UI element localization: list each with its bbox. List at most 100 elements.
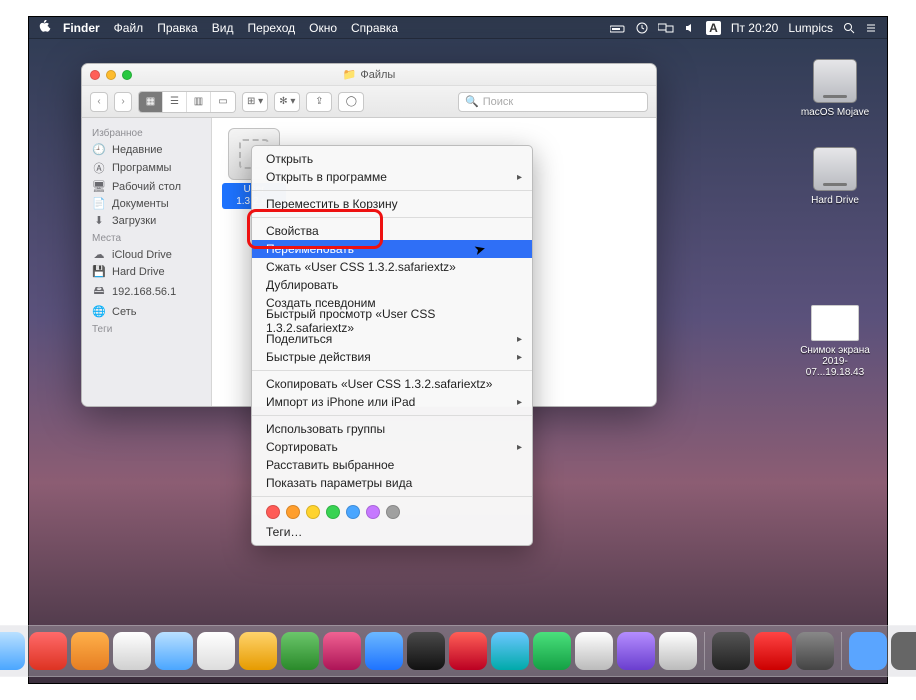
menu-view[interactable]: Вид	[212, 21, 234, 35]
context-menu[interactable]: ОткрытьОткрыть в программе Переместить в …	[251, 145, 533, 546]
column-view-button[interactable]: ▥	[187, 92, 211, 112]
tag-color[interactable]	[266, 505, 280, 519]
menu-edit[interactable]: Правка	[157, 21, 198, 35]
dock-app[interactable]	[71, 632, 109, 670]
dock-app[interactable]	[533, 632, 571, 670]
dock-app[interactable]	[617, 632, 655, 670]
menubar: Finder Файл Правка Вид Переход Окно Спра…	[29, 17, 887, 39]
context-menu-item[interactable]: Показать параметры вида	[252, 474, 532, 492]
sidebar-item[interactable]: 🌐Сеть	[82, 303, 211, 320]
context-menu-item[interactable]: Переместить в Корзину	[252, 195, 532, 213]
context-menu-item-tags[interactable]: Теги…	[252, 523, 532, 541]
dock-app[interactable]	[659, 632, 697, 670]
desktop[interactable]: Finder Файл Правка Вид Переход Окно Спра…	[28, 16, 888, 684]
context-menu-item[interactable]: Поделиться	[252, 330, 532, 348]
dock-app[interactable]	[281, 632, 319, 670]
notification-center-icon[interactable]	[865, 21, 877, 35]
action-button[interactable]: ✻ ▾	[274, 92, 300, 112]
dock-app[interactable]	[754, 632, 792, 670]
view-switcher[interactable]: ▦ ☰ ▥ ▭	[138, 91, 236, 113]
context-menu-item[interactable]: Сжать «User CSS 1.3.2.safariextz»	[252, 258, 532, 276]
gallery-view-button[interactable]: ▭	[211, 92, 235, 112]
desktop-icon-harddrive[interactable]: Hard Drive	[795, 147, 875, 206]
icon-view-button[interactable]: ▦	[139, 92, 163, 112]
sidebar-item[interactable]: 📄Документы	[82, 195, 211, 212]
context-menu-item[interactable]: Свойства	[252, 222, 532, 240]
disk-status-icon[interactable]	[610, 21, 626, 35]
context-menu-item[interactable]: Дублировать	[252, 276, 532, 294]
dock-app[interactable]	[575, 632, 613, 670]
menu-window[interactable]: Окно	[309, 21, 337, 35]
dock[interactable]	[0, 625, 916, 677]
sidebar-item[interactable]: ⒶПрограммы	[82, 158, 211, 178]
app-name[interactable]: Finder	[63, 21, 100, 35]
sidebar-item[interactable]: 🖴192.168.56.1	[82, 280, 211, 303]
dock-app[interactable]	[407, 632, 445, 670]
dock-app[interactable]	[796, 632, 834, 670]
dock-app[interactable]	[449, 632, 487, 670]
dock-app[interactable]	[491, 632, 529, 670]
username[interactable]: Lumpics	[788, 21, 833, 35]
context-menu-item[interactable]: Быстрый просмотр «User CSS 1.3.2.safarie…	[252, 312, 532, 330]
fullscreen-button[interactable]	[122, 70, 132, 80]
sidebar-item[interactable]: 💾Hard Drive	[82, 263, 211, 280]
dock-app[interactable]	[113, 632, 151, 670]
dock-app[interactable]	[29, 632, 67, 670]
dock-app[interactable]	[712, 632, 750, 670]
dock-app[interactable]	[155, 632, 193, 670]
minimize-button[interactable]	[106, 70, 116, 80]
menu-go[interactable]: Переход	[247, 21, 295, 35]
toolbar: ‹ › ▦ ☰ ▥ ▭ ⊞ ▾ ✻ ▾ ⇪ ◯ 🔍 Поиск	[82, 86, 656, 118]
context-menu-item[interactable]: Переименовать	[252, 240, 532, 258]
tag-color[interactable]	[366, 505, 380, 519]
screenshot-icon	[811, 305, 859, 341]
dock-app[interactable]	[197, 632, 235, 670]
dock-app[interactable]	[323, 632, 361, 670]
context-menu-item[interactable]: Открыть	[252, 150, 532, 168]
apple-menu-icon[interactable]	[39, 20, 51, 35]
timemachine-icon[interactable]	[636, 21, 648, 35]
close-button[interactable]	[90, 70, 100, 80]
context-menu-item[interactable]: Импорт из iPhone или iPad	[252, 393, 532, 411]
volume-icon[interactable]	[684, 21, 696, 35]
tag-color[interactable]	[386, 505, 400, 519]
context-menu-item[interactable]: Скопировать «User CSS 1.3.2.safariextz»	[252, 375, 532, 393]
context-menu-item[interactable]: Расставить выбранное	[252, 456, 532, 474]
menu-help[interactable]: Справка	[351, 21, 398, 35]
dock-app[interactable]	[239, 632, 277, 670]
context-menu-item[interactable]: Использовать группы	[252, 420, 532, 438]
tag-color[interactable]	[326, 505, 340, 519]
desktop-icon-mojave[interactable]: macOS Mojave	[795, 59, 875, 118]
search-field[interactable]: 🔍 Поиск	[458, 92, 648, 112]
sidebar-item[interactable]: ☁iCloud Drive	[82, 246, 211, 263]
dock-app[interactable]	[365, 632, 403, 670]
context-menu-item[interactable]: Сортировать	[252, 438, 532, 456]
share-button[interactable]: ⇪	[306, 92, 332, 112]
context-menu-item[interactable]: Открыть в программе	[252, 168, 532, 186]
sidebar-item[interactable]: 🕘Недавние	[82, 141, 211, 158]
dock-stack[interactable]	[849, 632, 887, 670]
tag-color[interactable]	[286, 505, 300, 519]
forward-button[interactable]: ›	[114, 92, 132, 112]
desktop-icon-screenshot[interactable]: Снимок экрана 2019-07...19.18.43	[795, 305, 875, 378]
menu-file[interactable]: Файл	[114, 21, 144, 35]
arrange-button[interactable]: ⊞ ▾	[242, 92, 268, 112]
tag-color[interactable]	[346, 505, 360, 519]
sidebar-item-label: Документы	[112, 198, 169, 210]
dock-app[interactable]	[0, 632, 25, 670]
sidebar-item[interactable]: ⬇Загрузки	[82, 212, 211, 229]
clock[interactable]: Пт 20:20	[731, 21, 778, 35]
tag-picker[interactable]	[252, 501, 532, 523]
displays-icon[interactable]	[658, 21, 674, 35]
context-menu-item[interactable]: Быстрые действия	[252, 348, 532, 366]
language-indicator[interactable]: А	[706, 21, 721, 35]
dock-stack[interactable]	[891, 632, 916, 670]
tags-button[interactable]: ◯	[338, 92, 364, 112]
titlebar[interactable]: 📁 Файлы	[82, 64, 656, 86]
list-view-button[interactable]: ☰	[163, 92, 187, 112]
tag-color[interactable]	[306, 505, 320, 519]
back-button[interactable]: ‹	[90, 92, 108, 112]
sidebar-item[interactable]: 🖥Рабочий стол	[82, 178, 211, 195]
search-icon[interactable]	[843, 21, 855, 35]
sidebar[interactable]: Избранное🕘НедавниеⒶПрограммы🖥Рабочий сто…	[82, 118, 212, 406]
